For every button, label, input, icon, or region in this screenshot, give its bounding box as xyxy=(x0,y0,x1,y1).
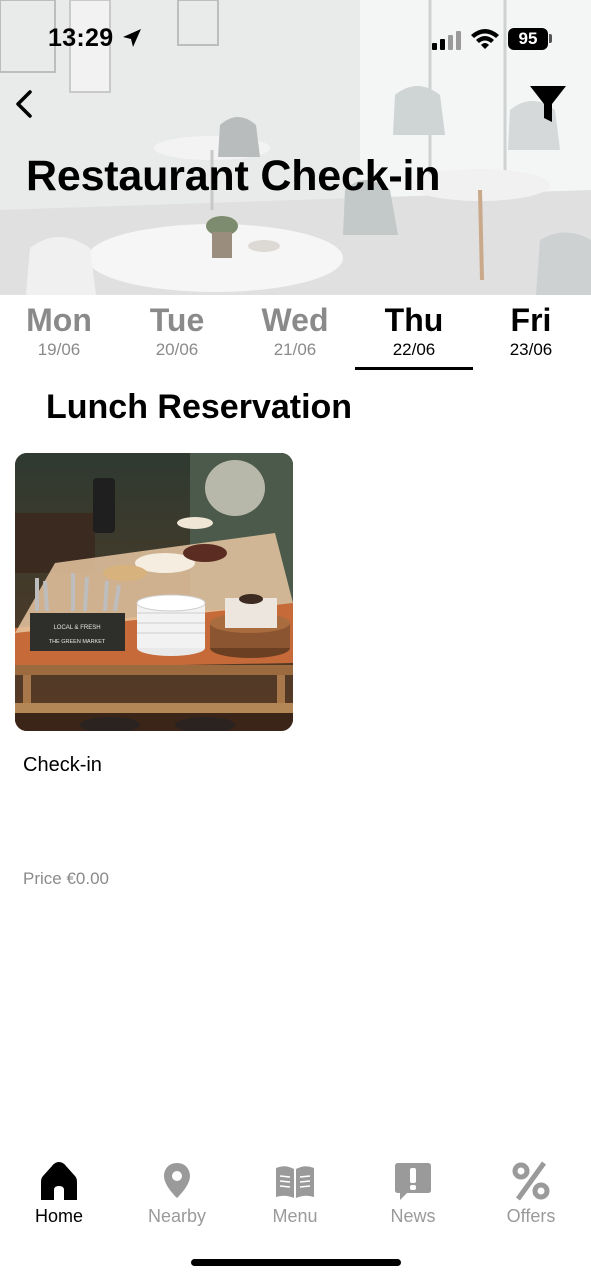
day-selector: Mon 19/06 Tue 20/06 Wed 21/06 Thu 22/06 … xyxy=(0,300,591,372)
tab-offers[interactable]: Offers xyxy=(472,1155,590,1233)
plate-stack xyxy=(136,594,206,656)
lunch-checkin-card[interactable]: LOCAL & FRESH THE GREEN MARKET xyxy=(15,453,293,731)
back-button[interactable] xyxy=(8,84,40,124)
card-price: Price €0.00 xyxy=(23,869,109,888)
day-tab-wed[interactable]: Wed 21/06 xyxy=(236,300,354,362)
day-name: Fri xyxy=(510,302,552,338)
day-tab-thu[interactable]: Thu 22/06 xyxy=(355,300,473,362)
image-sign-line-1: LOCAL & FRESH xyxy=(53,625,100,631)
home-indicator xyxy=(191,1259,401,1266)
day-date: 21/06 xyxy=(273,340,317,359)
book-icon xyxy=(276,1166,314,1198)
home-icon xyxy=(41,1162,77,1200)
day-name: Mon xyxy=(26,302,92,338)
wifi-icon xyxy=(471,29,499,49)
filter-button[interactable] xyxy=(526,84,570,126)
tab-label: Nearby xyxy=(147,1206,207,1226)
tab-home[interactable]: Home xyxy=(0,1155,118,1233)
tab-label: Home xyxy=(34,1206,83,1226)
image-sign-line-2: THE GREEN MARKET xyxy=(49,639,106,645)
tab-label: News xyxy=(390,1206,436,1226)
day-tab-tue[interactable]: Tue 20/06 xyxy=(118,300,236,362)
location-arrow-icon xyxy=(123,29,141,47)
day-date: 23/06 xyxy=(509,340,553,359)
day-name: Wed xyxy=(261,302,329,338)
exclamation-icon xyxy=(395,1163,431,1200)
day-name: Tue xyxy=(149,302,205,338)
day-date: 19/06 xyxy=(37,340,81,359)
status-bar: 13:29 95 xyxy=(0,0,591,80)
section-title: Lunch Reservation xyxy=(46,388,353,426)
filter-icon xyxy=(530,86,566,122)
tab-nearby[interactable]: Nearby xyxy=(118,1155,236,1233)
tab-menu[interactable]: Menu xyxy=(236,1155,354,1233)
selected-day-underline xyxy=(355,367,473,370)
status-time: 13:29 xyxy=(48,24,114,52)
tab-news[interactable]: News xyxy=(354,1155,472,1233)
day-tab-mon[interactable]: Mon 19/06 xyxy=(0,300,118,362)
buffet-table-image: LOCAL & FRESH THE GREEN MARKET xyxy=(15,453,293,731)
battery-nub xyxy=(549,34,552,43)
battery-level: 95 xyxy=(508,28,548,50)
tab-label: Menu xyxy=(272,1206,318,1226)
percent-icon xyxy=(512,1161,550,1201)
signal-icon xyxy=(432,31,461,50)
day-date: 20/06 xyxy=(155,340,199,359)
day-tab-fri[interactable]: Fri 23/06 xyxy=(472,300,590,362)
card-title[interactable]: Check-in xyxy=(23,754,102,777)
header-hero: 13:29 95 Restaurant Check-in xyxy=(0,0,591,295)
page-title: Restaurant Check-in xyxy=(26,152,441,200)
chevron-left-icon xyxy=(16,90,32,118)
day-date: 22/06 xyxy=(392,340,436,359)
location-pin-icon xyxy=(164,1163,190,1198)
tab-label: Offers xyxy=(506,1206,556,1226)
bottom-tab-bar: Home Nearby Menu News Offers xyxy=(0,1155,591,1235)
day-name: Thu xyxy=(384,302,444,338)
